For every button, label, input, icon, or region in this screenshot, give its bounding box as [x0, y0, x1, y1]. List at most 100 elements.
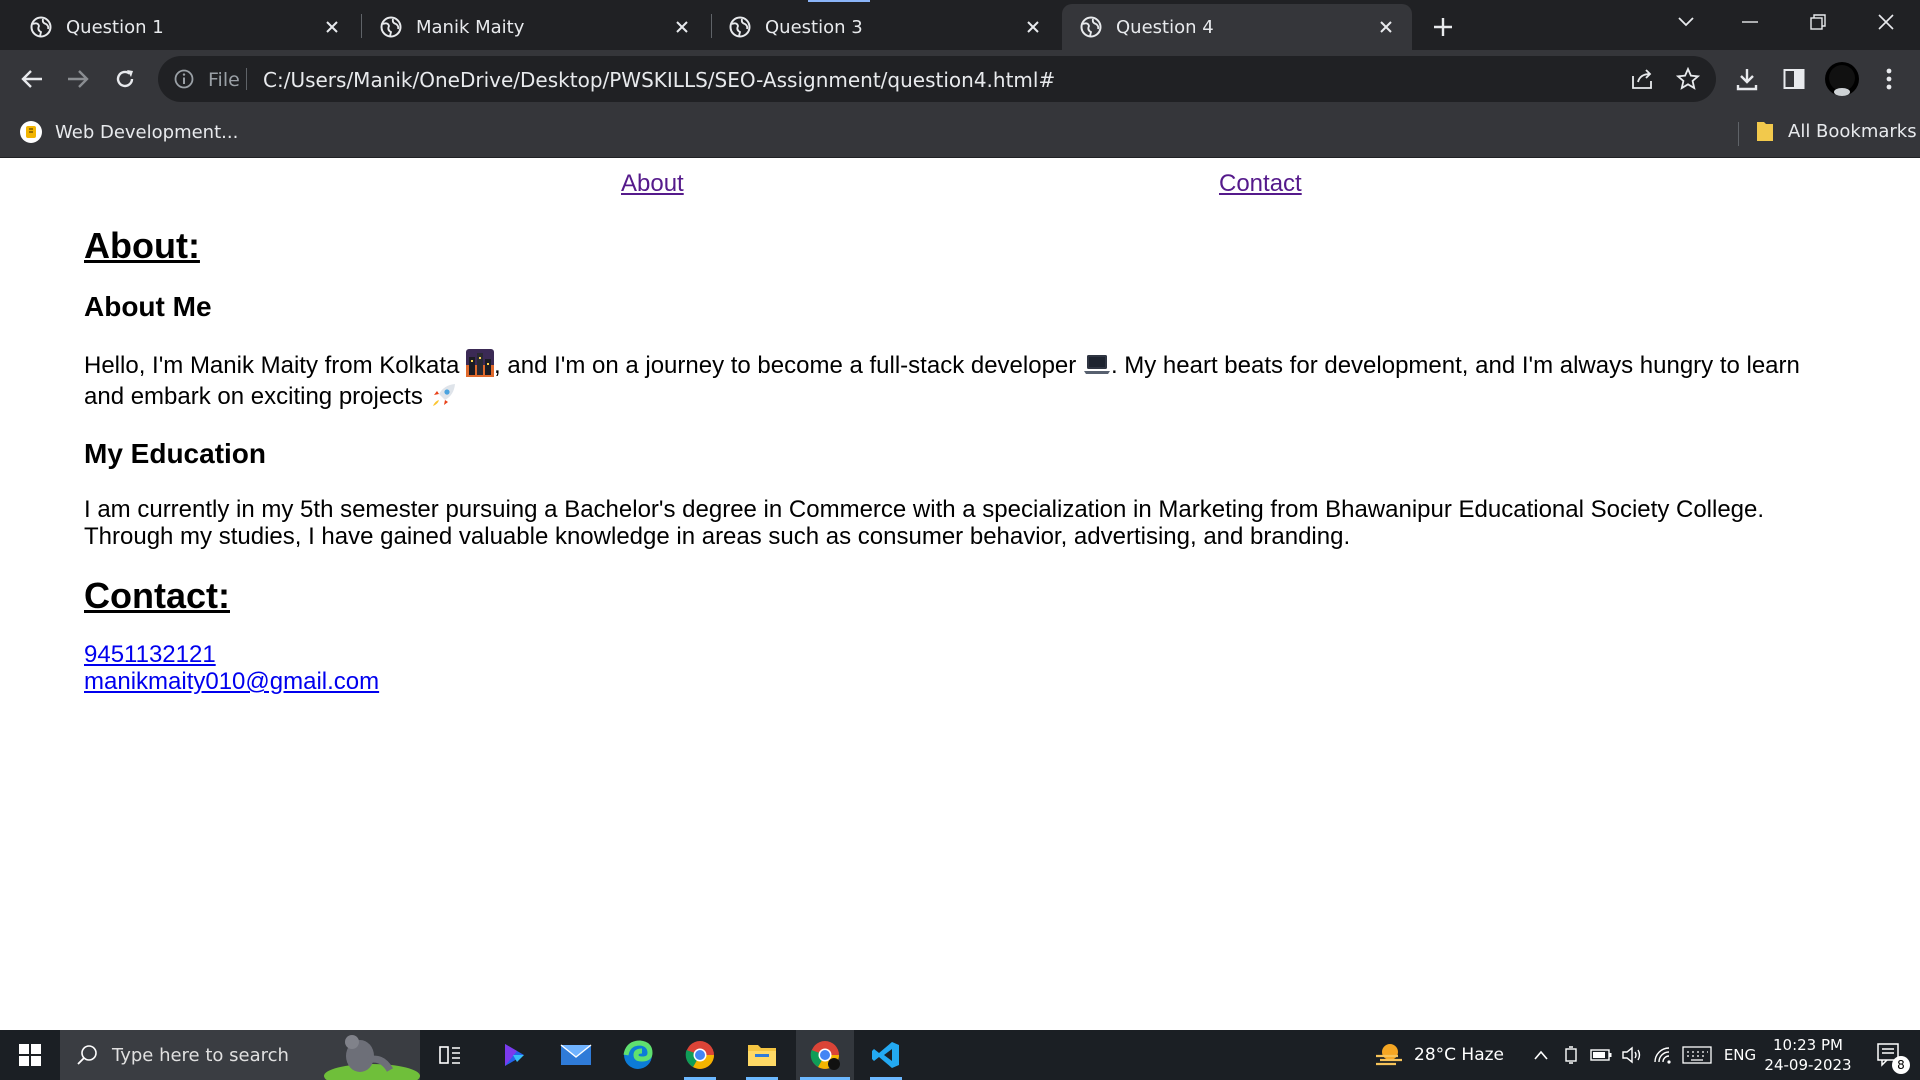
- tab-strip: Question 1 Manik Maity Question 3 Questi…: [0, 0, 1920, 50]
- taskbar-search[interactable]: Type here to search: [60, 1030, 420, 1080]
- all-bookmarks-button[interactable]: All Bookmarks: [1756, 120, 1917, 142]
- tab-question-3[interactable]: Question 3: [711, 4, 1059, 50]
- tab-manik-maity[interactable]: Manik Maity: [362, 4, 708, 50]
- nav-about-link[interactable]: About: [621, 170, 684, 198]
- tab-loading-indicator: [808, 0, 870, 2]
- close-window-button[interactable]: [1852, 0, 1920, 44]
- copilot-button[interactable]: [490, 1030, 538, 1080]
- email-link[interactable]: manikmaity010@gmail.com: [84, 668, 1824, 695]
- url-text[interactable]: C:/Users/Manik/OneDrive/Desktop/PWSKILLS…: [263, 68, 1055, 92]
- chrome-profile-button[interactable]: [796, 1030, 854, 1080]
- folder-icon: [1757, 122, 1773, 141]
- globe-icon: [729, 16, 751, 38]
- browser-toolbar: File C:/Users/Manik/OneDrive/Desktop/PWS…: [0, 50, 1920, 108]
- file-explorer-button[interactable]: [738, 1030, 786, 1080]
- info-icon[interactable]: [174, 69, 194, 89]
- close-tab-icon[interactable]: [320, 15, 344, 39]
- minimize-icon: [1742, 21, 1758, 23]
- clock[interactable]: 10:23 PM 24-09-2023: [1764, 1030, 1852, 1080]
- omnibox-divider: [246, 68, 247, 90]
- globe-icon: [30, 16, 52, 38]
- keyboard-button[interactable]: [1680, 1030, 1714, 1080]
- search-placeholder: Type here to search: [112, 1044, 289, 1066]
- close-tab-icon[interactable]: [670, 15, 694, 39]
- weather-widget[interactable]: 28°C Haze: [1374, 1030, 1508, 1080]
- about-me-text-2: , and I'm on a journey to become a full-…: [494, 352, 1077, 379]
- vscode-button[interactable]: [862, 1030, 910, 1080]
- wifi-icon: [1654, 1047, 1671, 1064]
- device-icon: [1565, 1046, 1577, 1064]
- about-me-paragraph: Hello, I'm Manik Maity from Kolkata , an…: [84, 349, 1824, 412]
- mail-button[interactable]: [552, 1030, 600, 1080]
- chrome-icon: [685, 1041, 714, 1069]
- search-icon: [77, 1045, 97, 1065]
- profile-avatar[interactable]: [1824, 61, 1860, 97]
- phone-link[interactable]: 9451132121: [84, 641, 1824, 668]
- contact-heading: Contact:: [84, 575, 230, 616]
- mail-icon: [560, 1044, 592, 1065]
- forward-button[interactable]: [63, 64, 93, 94]
- about-me-text-1: Hello, I'm Manik Maity from Kolkata: [84, 352, 460, 379]
- task-view-icon: [439, 1046, 460, 1064]
- bookmark-label: Web Development...: [55, 121, 239, 143]
- star-icon[interactable]: [1676, 67, 1700, 91]
- weather-text: 28°C Haze: [1414, 1045, 1504, 1065]
- chrome-button[interactable]: [676, 1030, 724, 1080]
- menu-button[interactable]: [1874, 64, 1904, 94]
- tab-search-button[interactable]: [1652, 0, 1720, 44]
- all-bookmarks-label: All Bookmarks: [1788, 120, 1917, 142]
- notification-count-badge: 8: [1892, 1056, 1910, 1074]
- clock-date: 24-09-2023: [1764, 1056, 1852, 1074]
- edge-button[interactable]: [614, 1030, 662, 1080]
- arrow-right-icon: [68, 70, 89, 88]
- language-text: ENG: [1723, 1046, 1757, 1064]
- start-button[interactable]: [0, 1030, 60, 1080]
- close-tab-icon[interactable]: [1021, 15, 1045, 39]
- edge-icon: [623, 1040, 653, 1069]
- reload-button[interactable]: [110, 64, 140, 94]
- scheme-label: File: [208, 69, 240, 91]
- bookmark-favicon-icon: [20, 121, 42, 143]
- education-heading: My Education: [84, 438, 267, 469]
- vscode-icon: [872, 1042, 899, 1068]
- minimize-button[interactable]: [1716, 0, 1784, 44]
- downloads-button[interactable]: [1732, 64, 1762, 94]
- battery-button[interactable]: [1588, 1030, 1614, 1080]
- windows-taskbar: Type here to search 28°C Haze ENG 10:23 …: [0, 1030, 1920, 1080]
- search-highlight-gorilla-icon: [324, 1035, 420, 1080]
- about-heading: About:: [84, 225, 200, 266]
- side-panel-button[interactable]: [1779, 64, 1809, 94]
- restore-icon: [1810, 14, 1826, 30]
- rocket-emoji-icon: [432, 384, 455, 406]
- share-icon[interactable]: [1630, 68, 1654, 90]
- globe-icon: [380, 16, 402, 38]
- close-tab-icon[interactable]: [1374, 15, 1398, 39]
- volume-button[interactable]: [1620, 1030, 1646, 1080]
- new-tab-button[interactable]: [1410, 4, 1476, 50]
- arrow-left-icon: [21, 70, 42, 88]
- task-view-button[interactable]: [430, 1030, 470, 1080]
- download-icon: [1736, 69, 1758, 91]
- tab-title: Question 4: [1116, 16, 1214, 38]
- clock-time: 10:23 PM: [1773, 1036, 1843, 1054]
- back-button[interactable]: [17, 64, 47, 94]
- device-icon-button[interactable]: [1560, 1030, 1582, 1080]
- restore-button[interactable]: [1784, 0, 1852, 44]
- education-paragraph: I am currently in my 5th semester pursui…: [84, 496, 1765, 550]
- chrome-icon: [810, 1041, 840, 1070]
- show-hidden-icons-button[interactable]: [1530, 1030, 1552, 1080]
- notifications-button[interactable]: 8: [1864, 1030, 1914, 1080]
- tab-question-1[interactable]: Question 1: [12, 4, 358, 50]
- nav-contact-link[interactable]: Contact: [1219, 170, 1302, 198]
- contact-links: 9451132121 manikmaity010@gmail.com: [84, 641, 1824, 695]
- tab-question-4[interactable]: Question 4: [1062, 4, 1412, 50]
- tab-title: Question 1: [66, 16, 164, 38]
- tab-title: Manik Maity: [416, 16, 525, 38]
- address-bar[interactable]: File C:/Users/Manik/OneDrive/Desktop/PWS…: [158, 56, 1716, 102]
- laptop-emoji-icon: [1083, 355, 1110, 374]
- language-indicator[interactable]: ENG: [1720, 1030, 1760, 1080]
- about-me-heading: About Me: [84, 291, 212, 322]
- globe-icon: [1080, 16, 1102, 38]
- bookmark-web-development[interactable]: Web Development...: [19, 120, 238, 144]
- network-button[interactable]: [1650, 1030, 1676, 1080]
